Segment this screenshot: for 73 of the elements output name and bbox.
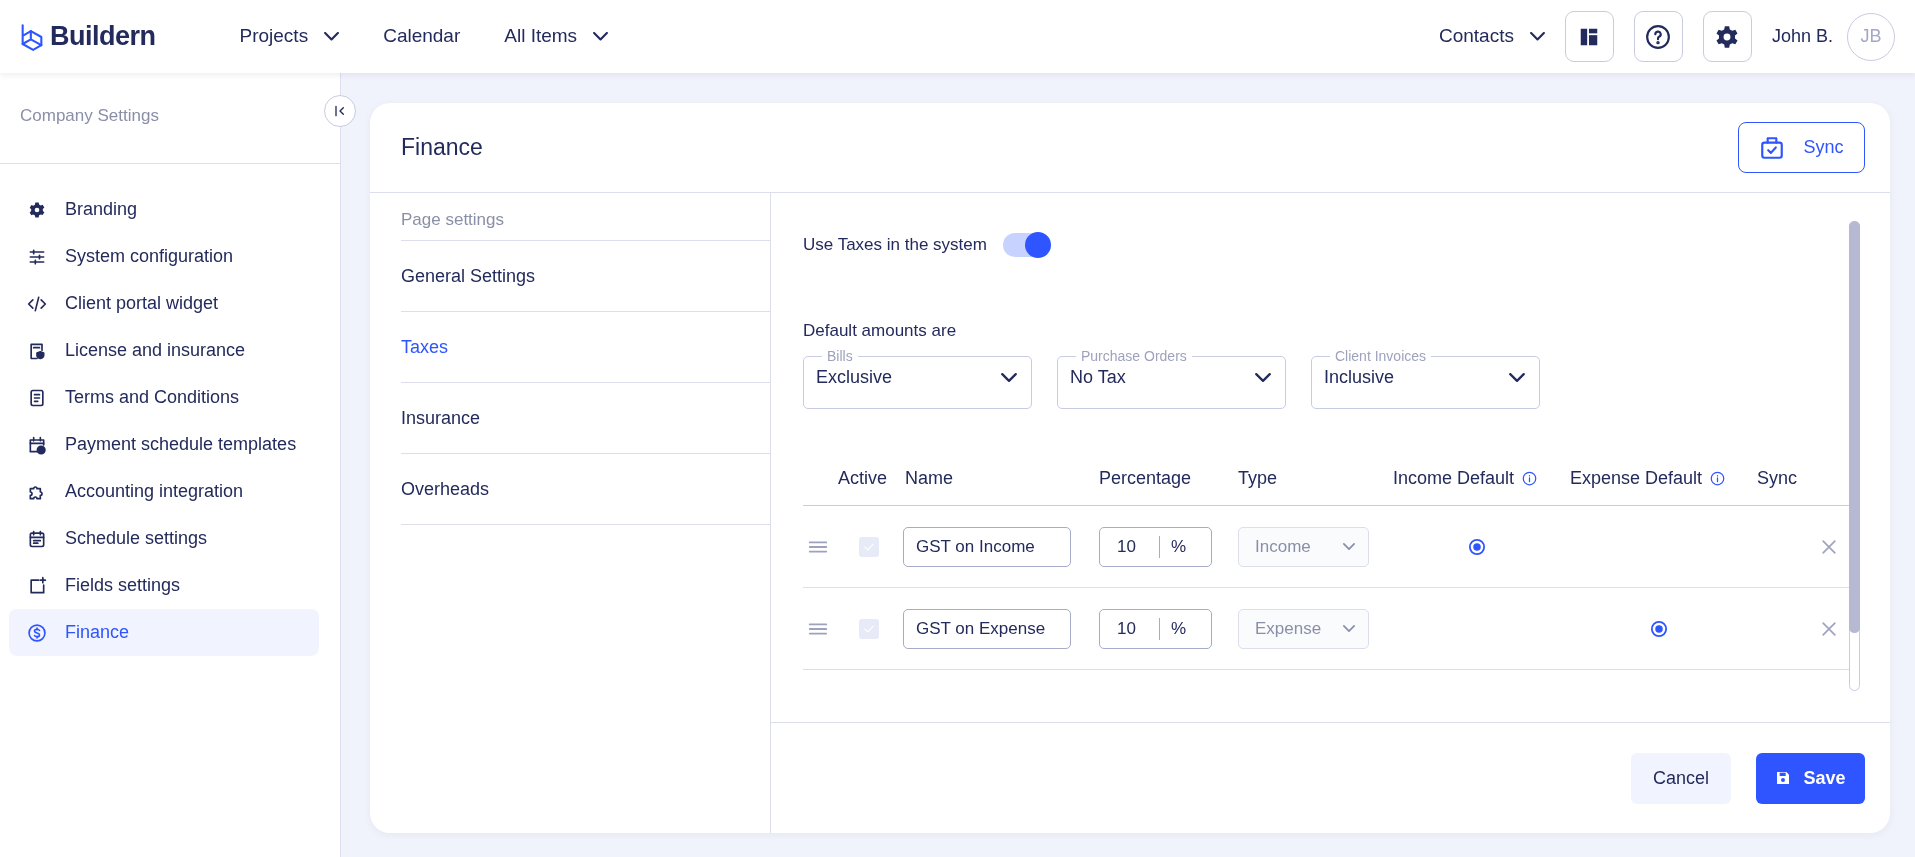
save-button[interactable]: Save — [1756, 752, 1865, 804]
percentage-input[interactable]: 10 % — [1099, 526, 1212, 567]
name-input[interactable]: GST on Expense — [903, 608, 1071, 649]
column-header: Sync — [1757, 467, 1798, 490]
calendar-icon — [27, 528, 47, 549]
dashboard-button[interactable] — [1564, 11, 1614, 62]
column-header: Active — [838, 467, 888, 490]
select-value: No Tax — [1070, 366, 1126, 389]
section-heading: Default amounts are — [803, 319, 958, 342]
chevron-down-icon — [1343, 543, 1355, 550]
dropdown-field[interactable]: Bills Exclusive — [803, 349, 1032, 409]
checkbox[interactable] — [859, 536, 879, 557]
select-value: Exclusive — [816, 366, 893, 389]
column-header: Income Default — [1393, 467, 1515, 490]
settings-button[interactable] — [1702, 11, 1752, 62]
column-header: Expense Default — [1570, 467, 1703, 490]
nav-link[interactable]: Contacts — [1438, 22, 1545, 51]
sidebar-item[interactable]: Payment schedule templates — [9, 421, 319, 468]
column-header: Percentage — [1099, 467, 1192, 490]
section-title: Page settings — [401, 193, 770, 241]
checkbox[interactable] — [859, 618, 879, 639]
sidebar-item[interactable]: System configuration — [9, 233, 319, 280]
sidebar-item[interactable]: Finance — [9, 609, 319, 656]
column-header: Name — [905, 467, 953, 490]
briefcase-check-icon — [1759, 134, 1786, 161]
taxes-toggle[interactable] — [1002, 232, 1049, 257]
sidebar-item[interactable]: Schedule settings — [9, 515, 319, 562]
percentage-input[interactable]: 10 % — [1099, 608, 1212, 649]
chevron-down-icon — [593, 32, 609, 41]
radio-selected-icon[interactable] — [1649, 619, 1668, 638]
nav-link[interactable]: All Items — [504, 22, 609, 51]
radio-selected-icon[interactable] — [1467, 537, 1486, 556]
dollar-circle-icon — [27, 622, 47, 643]
info-icon — [1710, 471, 1726, 486]
toggle-label: Use Taxes in the system — [803, 234, 987, 256]
settings-tab[interactable]: General Settings — [401, 241, 770, 312]
cancel-button[interactable]: Cancel — [1631, 752, 1731, 804]
nav-link[interactable]: Projects — [239, 22, 340, 51]
sidebar-item[interactable]: Fields settings — [9, 562, 319, 609]
sidebar-item[interactable]: Branding — [9, 186, 319, 233]
sidebar-item[interactable]: Terms and Conditions — [9, 374, 319, 421]
field-label: Client Invoices — [1334, 349, 1428, 363]
select-value: Inclusive — [1324, 366, 1395, 389]
dropdown-field[interactable]: Purchase Orders No Tax — [1057, 349, 1286, 409]
chevron-down-icon — [1255, 373, 1271, 382]
calendar-dollar-icon — [27, 434, 47, 455]
add-field-icon — [27, 575, 47, 596]
field-label: Bills — [826, 349, 854, 363]
chevron-down-icon — [1509, 373, 1525, 382]
collapse-button[interactable] — [324, 95, 356, 127]
column-header: Type — [1238, 467, 1278, 490]
user-name: John B. — [1771, 25, 1833, 48]
settings-tab[interactable]: Taxes — [401, 312, 770, 383]
page-title: Finance — [401, 133, 483, 163]
sync-button[interactable]: Sync — [1738, 122, 1865, 173]
sidebar-item[interactable]: License and insurance — [9, 327, 319, 374]
help-icon — [1645, 23, 1672, 50]
settings-tab[interactable]: Overheads — [401, 454, 770, 525]
chevron-down-icon — [1343, 625, 1355, 632]
dropdown-field[interactable]: Client Invoices Inclusive — [1311, 349, 1540, 409]
name-input[interactable]: GST on Income — [903, 526, 1071, 567]
chevron-down-icon — [1001, 373, 1017, 382]
chevron-down-icon — [1529, 32, 1545, 41]
field-label: Purchase Orders — [1080, 349, 1188, 363]
help-button[interactable] — [1633, 11, 1683, 62]
info-icon — [1522, 471, 1538, 486]
chevron-down-icon — [324, 32, 340, 41]
settings-tab[interactable]: Insurance — [401, 383, 770, 454]
document-icon — [27, 387, 47, 408]
sidebar-item[interactable]: Client portal widget — [9, 280, 319, 327]
nav-link[interactable]: Calendar — [383, 22, 461, 51]
sidebar-item[interactable]: Accounting integration — [9, 468, 319, 515]
logo-text: Buildern — [50, 20, 156, 54]
